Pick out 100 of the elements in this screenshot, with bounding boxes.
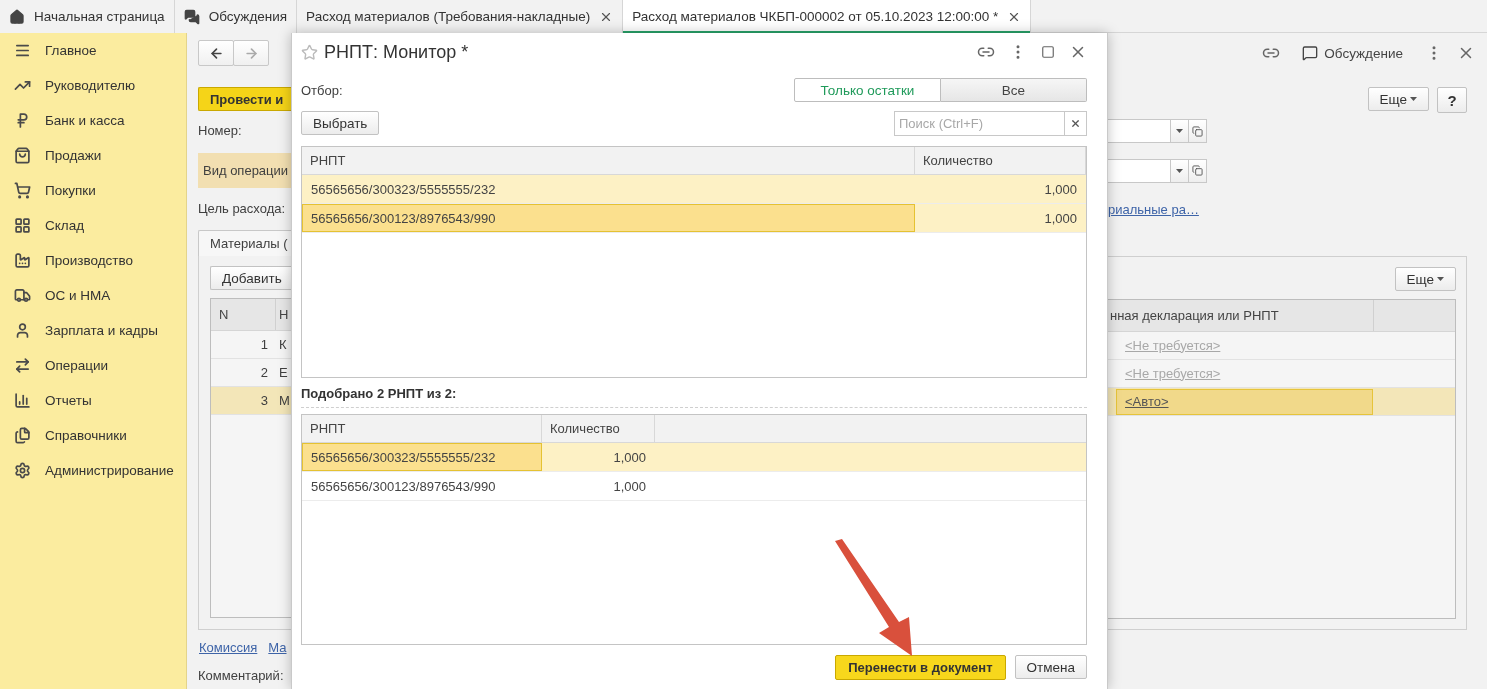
back-button[interactable]: [198, 40, 234, 66]
sidebar-item[interactable]: Руководителю: [0, 68, 186, 103]
sidebar-label: Продажи: [45, 148, 102, 163]
open-button[interactable]: [1189, 119, 1207, 143]
materials-tab[interactable]: Материалы (: [198, 230, 291, 256]
table-row[interactable]: 56565656/300323/5555555/232 1,000: [302, 175, 1086, 204]
table-cell: 56565656/300123/8976543/990: [302, 204, 915, 232]
table-cell-text: 2: [259, 363, 269, 382]
arrows-icon: [14, 357, 31, 374]
column-header: Количество: [542, 415, 655, 442]
link[interactable]: риальные ра…: [1108, 201, 1199, 217]
table-row[interactable]: 56565656/300123/8976543/990 1,000: [302, 204, 1086, 233]
column-header: РНПТ: [302, 415, 542, 442]
sidebar-item[interactable]: Главное: [0, 33, 186, 68]
cancel-button[interactable]: Отмена: [1014, 655, 1087, 679]
sidebar-label: Склад: [45, 218, 85, 233]
dropdown-button[interactable]: [1171, 158, 1189, 183]
more-button[interactable]: Еще: [1367, 87, 1429, 111]
menu-icon: [14, 42, 31, 59]
maximize-icon[interactable]: [1041, 45, 1055, 59]
chat-icon: [183, 8, 200, 25]
table-cell-text: 56565656/300323/5555555/232: [310, 181, 497, 199]
footer-link[interactable]: Комиссия: [199, 639, 258, 655]
transfer-button[interactable]: Перенести в документ: [835, 655, 1006, 680]
sidebar-label: Покупки: [45, 183, 96, 198]
tab-label: Расход материалов (Требования-накладные): [306, 9, 591, 24]
table-cell-text: 1: [259, 335, 269, 354]
table-cell-text: Е: [278, 363, 288, 382]
sidebar-label: Банк и касса: [45, 113, 125, 128]
tab-label: Обсуждения: [208, 9, 288, 24]
discussion-button[interactable]: Обсуждение: [1294, 45, 1411, 61]
table-cell-text: 1,000: [1043, 181, 1078, 199]
sidebar-item[interactable]: Операции: [0, 348, 186, 383]
sidebar-label: Администрирование: [45, 463, 174, 478]
cart-icon: [14, 182, 31, 199]
open-button[interactable]: [1189, 158, 1207, 183]
table-cell: 56565656/300323/5555555/232: [302, 443, 542, 471]
table-row[interactable]: <Авто>: [1108, 388, 1455, 416]
section-caption: Подобрано 2 РНПТ из 2:: [301, 386, 1087, 408]
field-label: Комментарий:: [197, 667, 285, 685]
more-button[interactable]: Еще: [1394, 267, 1456, 291]
truck-icon: [14, 287, 31, 304]
sidebar-label: Руководителю: [45, 78, 136, 93]
sidebar-item[interactable]: Склад: [0, 208, 186, 243]
tab[interactable]: Начальная страница: [0, 0, 175, 33]
dialog-title: РНПТ: Монитор *: [324, 41, 470, 63]
tab-label: Начальная страница: [34, 9, 165, 24]
dropdown-button[interactable]: [1171, 119, 1189, 143]
column-header: РНПТ: [302, 147, 915, 174]
select-button[interactable]: Выбрать: [301, 111, 380, 135]
sidebar-item[interactable]: Зарплата и кадры: [0, 313, 186, 348]
sidebar-label: Отчеты: [45, 393, 92, 408]
post-button[interactable]: Провести и: [198, 87, 291, 111]
tab-label: Расход материалов ЧКБП-000002 от 05.10.2023 12:00:00 *: [632, 9, 999, 24]
sidebar-label: Производство: [45, 253, 134, 268]
clear-icon[interactable]: [1065, 110, 1087, 136]
tab[interactable]: Расход материалов ЧКБП-000002 от 05.10.2023 12:00:00 *: [623, 0, 1032, 33]
add-button[interactable]: Добавить: [210, 266, 291, 290]
star-icon[interactable]: [301, 43, 318, 61]
table-cell-text: 3: [259, 391, 269, 410]
sidebar-label: ОС и НМА: [45, 288, 111, 303]
caret-icon: [1176, 129, 1183, 133]
sidebar-label: Зарплата и кадры: [45, 323, 158, 338]
sidebar-item[interactable]: ОС и НМА: [0, 278, 186, 313]
sidebar-item[interactable]: Продажи: [0, 138, 186, 173]
sidebar-item[interactable]: Производство: [0, 243, 186, 278]
column-header: N: [211, 299, 276, 330]
filter-option[interactable]: Все: [941, 78, 1087, 102]
field-label: Цель расхода:: [197, 200, 287, 218]
input-field[interactable]: [1108, 119, 1171, 143]
field-label: Номер:: [197, 122, 243, 140]
table-cell-text: М: [278, 391, 290, 410]
documents-icon: [14, 427, 31, 444]
person-icon: [14, 322, 31, 339]
home-icon: [9, 8, 25, 25]
tab[interactable]: Обсуждения: [174, 0, 298, 33]
sidebar-item[interactable]: Покупки: [0, 173, 186, 208]
arrow-right-icon: [243, 45, 259, 61]
search-field[interactable]: Поиск (Ctrl+F): [894, 110, 1065, 136]
table-cell-text: К: [278, 335, 287, 354]
sidebar-item[interactable]: Банк и касса: [0, 103, 186, 138]
table-row[interactable]: 56565656/300323/5555555/232 1,000: [302, 443, 1086, 472]
table-row[interactable]: 3 М: [211, 387, 291, 415]
table-cell-text: 1,000: [612, 449, 647, 467]
sidebar-item[interactable]: Администрирование: [0, 453, 186, 488]
help-button[interactable]: ?: [1437, 87, 1467, 113]
caret-icon: [1176, 168, 1183, 173]
column-header: Н: [278, 306, 290, 324]
table-cell[interactable]: <Авто>: [1116, 388, 1373, 415]
footer-link[interactable]: Ма: [268, 639, 287, 655]
copy-icon: [1192, 125, 1203, 137]
sidebar-label: Главное: [45, 43, 97, 58]
column-header: Количество: [915, 147, 1086, 174]
input-field[interactable]: [1108, 158, 1171, 183]
sidebar-item[interactable]: Отчеты: [0, 383, 186, 418]
bar-chart-icon: [14, 392, 31, 409]
sidebar-item[interactable]: Справочники: [0, 418, 186, 453]
tab[interactable]: Расход материалов (Требования-накладные): [297, 0, 624, 33]
chat-icon: [1302, 45, 1319, 61]
filter-option[interactable]: Только остатки: [794, 78, 941, 102]
